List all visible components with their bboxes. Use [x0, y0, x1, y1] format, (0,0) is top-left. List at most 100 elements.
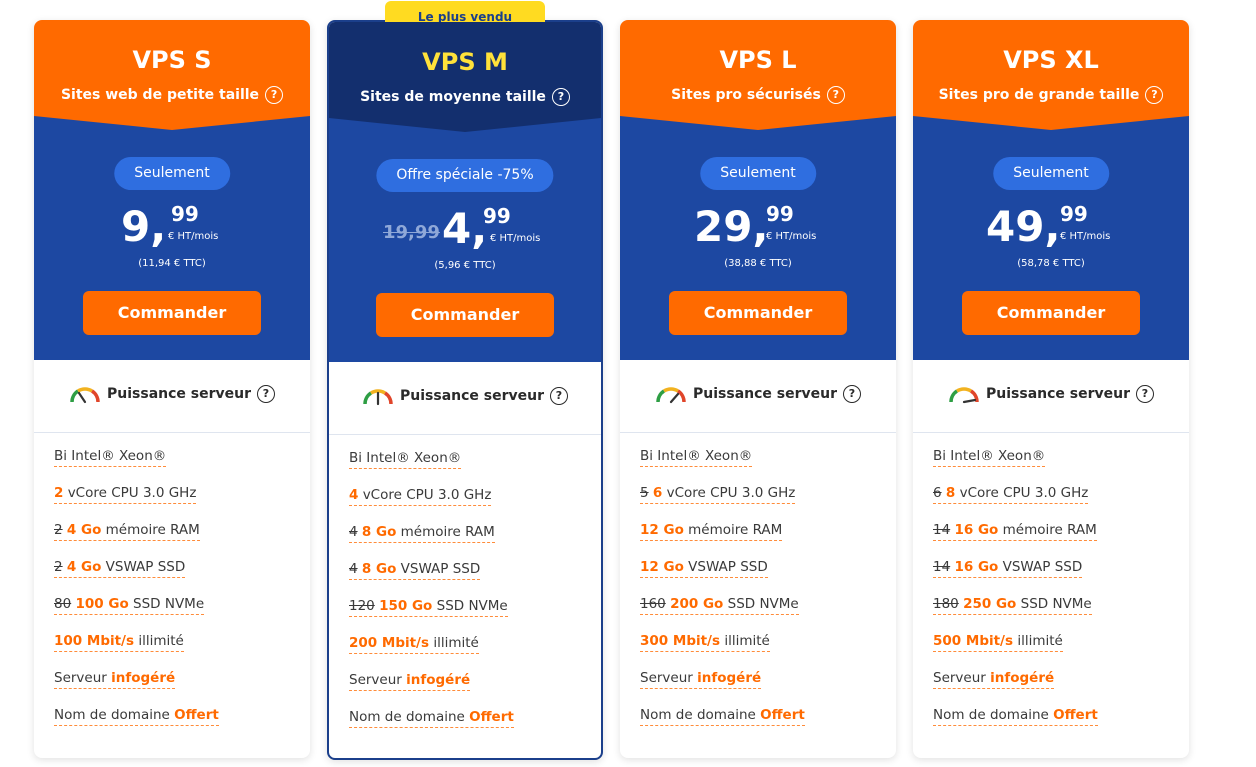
plan-subtitle: Sites pro sécurisés?: [620, 86, 896, 104]
spec-label: vCore CPU 3.0 GHz: [358, 487, 492, 503]
spec-item[interactable]: 2 4 Go VSWAP SSD: [54, 556, 300, 593]
spec-item[interactable]: Serveur infogéré: [640, 667, 886, 704]
help-icon[interactable]: ?: [826, 86, 845, 104]
spec-item[interactable]: 12 Go VSWAP SSD: [640, 556, 886, 593]
spec-item[interactable]: Bi Intel® Xeon®: [933, 445, 1179, 482]
spec-label: Serveur: [640, 670, 698, 686]
spec-item[interactable]: Bi Intel® Xeon®: [640, 445, 886, 482]
spec-text: 80 100 Go SSD NVMe: [54, 596, 205, 615]
spec-label: Nom de domaine: [933, 707, 1054, 723]
spec-label: Bi Intel® Xeon®: [933, 448, 1046, 464]
spec-item[interactable]: Serveur infogéré: [349, 669, 591, 706]
spec-item[interactable]: 300 Mbit/s illimité: [640, 630, 886, 667]
price-unit: € HT/mois: [1060, 231, 1111, 242]
spec-label: VSWAP SSD: [998, 559, 1083, 575]
spec-label: SSD NVMe: [432, 598, 508, 614]
order-button[interactable]: Commander: [962, 291, 1140, 335]
spec-highlight: Offert: [174, 707, 219, 723]
spec-item[interactable]: 120 150 Go SSD NVMe: [349, 595, 591, 632]
help-icon[interactable]: ?: [550, 387, 568, 405]
spec-highlight: infogéré: [406, 672, 471, 688]
spec-item[interactable]: Nom de domaine Offert: [933, 704, 1179, 741]
spec-text: Nom de domaine Offert: [54, 707, 219, 726]
plan-card-vps-m: Le plus vendu VPS M Sites de moyenne tai…: [327, 1, 603, 760]
spec-highlight: infogéré: [990, 670, 1055, 686]
spec-text: 2 vCore CPU 3.0 GHz: [54, 485, 197, 504]
price-area: Seulement 49, 99 € HT/mois (58,78 € TTC)…: [913, 116, 1189, 360]
order-button[interactable]: Commander: [83, 291, 261, 335]
spec-highlight: 2: [54, 485, 64, 501]
help-icon[interactable]: ?: [265, 86, 284, 104]
spec-item[interactable]: 180 250 Go SSD NVMe: [933, 593, 1179, 630]
spec-item[interactable]: 4 8 Go VSWAP SSD: [349, 558, 591, 595]
help-icon[interactable]: ?: [1136, 385, 1154, 403]
spec-item[interactable]: Serveur infogéré: [933, 667, 1179, 704]
spec-item[interactable]: Bi Intel® Xeon®: [54, 445, 300, 482]
spec-label: Bi Intel® Xeon®: [640, 448, 753, 464]
price: 49, 99 € HT/mois: [913, 202, 1189, 252]
spec-item[interactable]: Bi Intel® Xeon®: [349, 447, 591, 484]
spec-item[interactable]: Nom de domaine Offert: [54, 704, 300, 741]
power-label: Puissance serveur: [986, 386, 1130, 402]
help-icon[interactable]: ?: [843, 385, 861, 403]
spec-item[interactable]: 6 8 vCore CPU 3.0 GHz: [933, 482, 1179, 519]
power-label: Puissance serveur: [400, 388, 544, 404]
spec-text: Nom de domaine Offert: [640, 707, 805, 726]
spec-item[interactable]: 2 vCore CPU 3.0 GHz: [54, 482, 300, 519]
spec-item[interactable]: 14 16 Go mémoire RAM: [933, 519, 1179, 556]
spec-old-value: 2: [54, 522, 63, 538]
price: 9, 99 € HT/mois: [34, 202, 310, 252]
help-icon[interactable]: ?: [257, 385, 275, 403]
spec-highlight: 150 Go: [379, 598, 433, 614]
spec-label: Bi Intel® Xeon®: [54, 448, 167, 464]
spec-item[interactable]: 160 200 Go SSD NVMe: [640, 593, 886, 630]
plan-name: VPS XL: [1003, 46, 1099, 74]
spec-item[interactable]: Nom de domaine Offert: [349, 706, 591, 743]
help-icon[interactable]: ?: [1145, 86, 1164, 104]
spec-item[interactable]: 80 100 Go SSD NVMe: [54, 593, 300, 630]
spec-text: 4 8 Go mémoire RAM: [349, 524, 495, 543]
spec-text: Nom de domaine Offert: [349, 709, 514, 728]
spec-text: 2 4 Go VSWAP SSD: [54, 559, 186, 578]
help-icon[interactable]: ?: [551, 88, 570, 106]
plan-subtitle-text: Sites pro sécurisés: [671, 87, 821, 103]
spec-highlight: 200 Mbit/s: [349, 635, 430, 651]
spec-item[interactable]: 100 Mbit/s illimité: [54, 630, 300, 667]
price-pill: Seulement: [993, 157, 1109, 190]
spec-list: Bi Intel® Xeon® 4 vCore CPU 3.0 GHz 4 8 Go…: [349, 447, 591, 743]
price: 19,99 4, 99 € HT/mois: [329, 204, 601, 254]
spec-item[interactable]: Nom de domaine Offert: [640, 704, 886, 741]
price-pill: Offre spéciale -75%: [376, 159, 554, 192]
spec-item[interactable]: Serveur infogéré: [54, 667, 300, 704]
price-ttc: (5,96 € TTC): [434, 260, 496, 271]
plan-header: VPS L Sites pro sécurisés?: [620, 20, 896, 130]
spec-old-value: 180: [933, 596, 959, 612]
spec-item[interactable]: 4 vCore CPU 3.0 GHz: [349, 484, 591, 521]
plan-subtitle: Sites web de petite taille?: [34, 86, 310, 104]
spec-item[interactable]: 12 Go mémoire RAM: [640, 519, 886, 556]
price-pill: Seulement: [114, 157, 230, 190]
spec-label: Bi Intel® Xeon®: [349, 450, 462, 466]
spec-old-value: 80: [54, 596, 72, 612]
old-price: 19,99: [383, 222, 440, 243]
spec-text: 2 4 Go mémoire RAM: [54, 522, 200, 541]
order-button[interactable]: Commander: [669, 291, 847, 335]
spec-highlight: infogéré: [697, 670, 762, 686]
spec-old-value: 6: [933, 485, 942, 501]
spec-label: SSD NVMe: [1016, 596, 1092, 612]
spec-label: Nom de domaine: [54, 707, 175, 723]
order-button[interactable]: Commander: [376, 293, 554, 337]
price-unit: € HT/mois: [766, 231, 817, 242]
price-pill: Seulement: [700, 157, 816, 190]
spec-text: 300 Mbit/s illimité: [640, 633, 770, 652]
spec-item[interactable]: 4 8 Go mémoire RAM: [349, 521, 591, 558]
spec-old-value: 2: [54, 559, 63, 575]
spec-text: Serveur infogéré: [933, 670, 1055, 689]
spec-item[interactable]: 14 16 Go VSWAP SSD: [933, 556, 1179, 593]
spec-highlight: 4 Go: [66, 559, 102, 575]
spec-label: illimité: [1013, 633, 1063, 649]
spec-item[interactable]: 200 Mbit/s illimité: [349, 632, 591, 669]
spec-item[interactable]: 2 4 Go mémoire RAM: [54, 519, 300, 556]
spec-item[interactable]: 5 6 vCore CPU 3.0 GHz: [640, 482, 886, 519]
spec-item[interactable]: 500 Mbit/s illimité: [933, 630, 1179, 667]
